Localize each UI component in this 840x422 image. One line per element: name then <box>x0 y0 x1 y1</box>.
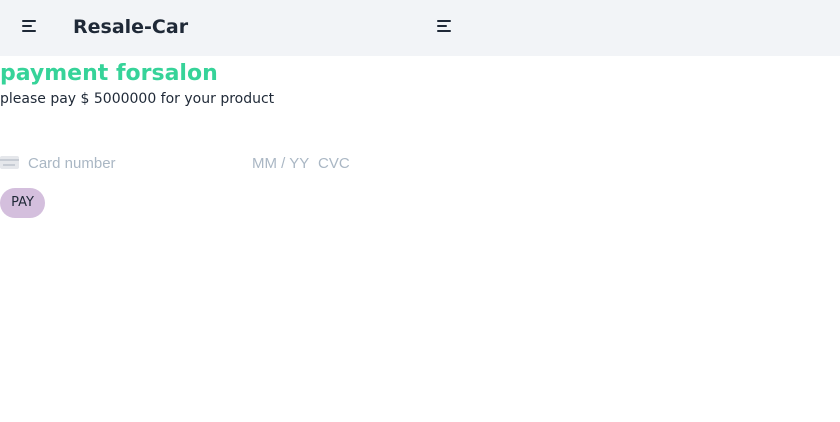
menu-icon-bar <box>437 30 451 32</box>
card-number-input[interactable] <box>28 152 243 174</box>
card-icon-stripe <box>0 159 19 161</box>
card-cvc-input[interactable] <box>318 152 358 174</box>
menu-icon-bar <box>22 25 32 27</box>
page-title: payment forsalon <box>0 61 218 86</box>
menu-icon-bar <box>437 25 447 27</box>
brand-link[interactable]: Resale-Car <box>73 14 188 40</box>
menu-icon-bar <box>22 30 36 32</box>
card-expiry-input[interactable] <box>252 152 314 174</box>
card-icon-digits <box>3 164 15 166</box>
payment-amount-text: please pay $ 5000000 for your product <box>0 91 275 107</box>
menu-icon-bar <box>22 20 36 22</box>
card-element <box>0 152 360 174</box>
menu-icon-bar <box>437 20 451 22</box>
menu-icon[interactable] <box>435 14 459 38</box>
menu-icon[interactable] <box>20 14 44 38</box>
navbar: Resale-Car <box>0 0 840 56</box>
credit-card-icon <box>0 156 19 169</box>
pay-button[interactable]: PAY <box>0 188 45 218</box>
